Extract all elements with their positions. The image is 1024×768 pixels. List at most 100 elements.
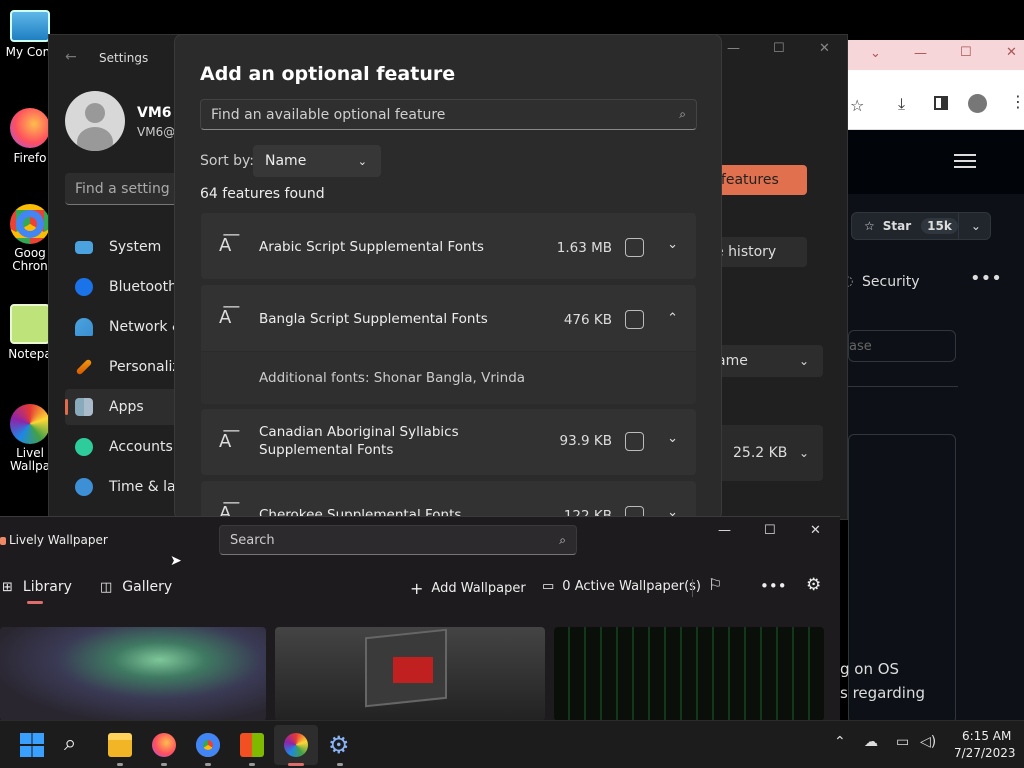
wallpaper-thumbnail[interactable] [554, 627, 824, 721]
tab-library[interactable]: ⊞ Library [2, 579, 72, 595]
font-icon: A͞ [219, 431, 232, 452]
network-icon[interactable]: ▭ [896, 734, 909, 750]
clock-date[interactable]: 7/27/2023 [954, 746, 1016, 760]
more-horizontal-icon[interactable]: ••• [970, 268, 1002, 289]
sidebar-icon[interactable] [934, 96, 948, 110]
clock-time[interactable]: 6:15 AM [962, 729, 1011, 743]
feature-row[interactable]: A͞ Arabic Script Supplemental Fonts 1.63… [201, 213, 696, 279]
volume-icon[interactable]: ◁) [920, 734, 936, 750]
running-indicator [249, 763, 255, 766]
wallpaper-thumbnail[interactable] [275, 627, 545, 721]
computer-icon [10, 10, 50, 42]
feature-name: Arabic Script Supplemental Fonts [259, 239, 484, 255]
hamburger-menu-icon[interactable] [954, 154, 976, 168]
minimize-button[interactable]: — [727, 41, 740, 56]
globe-clock-icon [75, 478, 93, 496]
maximize-button[interactable]: ☐ [773, 41, 785, 56]
tab-gallery-label: Gallery [122, 579, 173, 595]
user-name: VM6 [137, 105, 172, 121]
chevron-down-icon[interactable]: ⌄ [667, 431, 678, 446]
close-button[interactable]: ✕ [810, 523, 821, 538]
chevron-down-icon[interactable]: ⌄ [870, 46, 881, 61]
chevron-down-icon: ⌄ [798, 354, 809, 368]
font-icon: A͞ [219, 307, 232, 328]
chrome-icon[interactable] [196, 733, 220, 757]
cloud-offline-icon[interactable]: ☁ [864, 734, 878, 750]
wallpaper-thumbnail[interactable] [0, 627, 266, 721]
filter-placeholder: ase [849, 339, 872, 354]
monitor-icon: ▭ [542, 579, 555, 594]
feature-row[interactable]: A͞ Canadian Aboriginal Syllabics Supplem… [201, 409, 696, 475]
sort-dropdown[interactable]: Name ⌄ [253, 145, 381, 177]
lively-search-input[interactable]: Search ⌕ [219, 525, 577, 555]
lively-icon[interactable] [284, 733, 308, 757]
settings-icon[interactable]: ⚙ [328, 733, 352, 757]
windows-start-icon[interactable] [20, 733, 44, 757]
add-wallpaper-button[interactable]: + Add Wallpaper [410, 579, 526, 598]
desktop-icon-label: Notepa [8, 347, 52, 361]
lively-title: Lively Wallpaper [9, 533, 108, 547]
apps-icon [75, 398, 93, 416]
chevron-down-icon: ⌄ [357, 154, 367, 168]
maximize-button[interactable]: ☐ [960, 45, 972, 60]
features-count: 64 features found [200, 186, 325, 202]
profile-avatar-icon[interactable] [968, 94, 987, 113]
minimize-button[interactable]: — [914, 46, 927, 61]
content-box [848, 434, 956, 724]
feature-checkbox[interactable] [625, 310, 644, 329]
firefox-icon[interactable] [152, 733, 176, 757]
active-tab-indicator [27, 601, 43, 604]
feature-detail-text: Additional fonts: Shonar Bangla, Vrinda [259, 370, 526, 386]
divider [692, 579, 693, 597]
star-icon: ☆ [864, 219, 875, 233]
security-tab[interactable]: Security [862, 274, 920, 290]
more-vertical-icon[interactable]: ⋮ [1010, 92, 1024, 111]
gear-icon[interactable]: ⚙ [806, 575, 821, 595]
chevron-down-icon[interactable]: ⌄ [667, 237, 678, 252]
star-button[interactable]: ☆ Star 15k ⌄ [851, 212, 991, 240]
chevron-down-icon[interactable]: ⌄ [799, 446, 809, 460]
feature-checkbox[interactable] [625, 238, 644, 257]
wifi-icon [75, 318, 93, 336]
system-icon [75, 240, 93, 254]
feature-row[interactable]: A͞ Bangla Script Supplemental Fonts 476 … [201, 285, 696, 351]
search-icon[interactable]: ⌕ [64, 733, 88, 757]
feature-name: Bangla Script Supplemental Fonts [259, 311, 488, 327]
feature-checkbox[interactable] [625, 432, 644, 451]
chevron-up-icon[interactable]: ⌃ [834, 734, 846, 750]
close-button[interactable]: ✕ [819, 41, 830, 56]
file-explorer-icon[interactable] [108, 733, 132, 757]
store-icon[interactable] [240, 733, 264, 757]
tab-gallery[interactable]: ◫ Gallery [100, 579, 172, 595]
pause-flag-icon[interactable]: ⚐ [708, 575, 722, 594]
back-arrow-icon[interactable]: ← [65, 49, 77, 65]
bookmark-star-icon[interactable]: ☆ [850, 96, 864, 115]
firefox-icon [10, 108, 50, 148]
browser-titlebar: ⌄ — ☐ ✕ [848, 40, 1024, 70]
body-text: s regarding [840, 684, 925, 702]
plus-icon: + [410, 579, 424, 598]
minimize-button[interactable]: — [718, 523, 731, 538]
download-icon[interactable]: ⤓ [898, 94, 905, 114]
grid-icon: ⊞ [2, 579, 13, 595]
accounts-icon [75, 438, 93, 456]
settings-search-input[interactable]: Find a setting [65, 173, 185, 205]
feature-search-placeholder: Find an available optional feature [211, 106, 446, 123]
active-wallpapers-button[interactable]: ▭ 0 Active Wallpaper(s) [542, 579, 701, 594]
running-indicator [205, 763, 211, 766]
feature-row[interactable]: A͞ Cherokee Supplemental Fonts 122 KB ⌄ [201, 481, 696, 519]
more-horizontal-icon[interactable]: ••• [760, 577, 787, 595]
avatar [65, 91, 125, 151]
close-button[interactable]: ✕ [1006, 45, 1017, 60]
bluetooth-icon [75, 278, 93, 296]
desktop-icon-label: Goog Chron [12, 246, 48, 273]
chevron-down-icon[interactable]: ⌄ [957, 213, 993, 239]
feature-detail: Additional fonts: Shonar Bangla, Vrinda [201, 352, 696, 404]
feature-search-input[interactable]: Find an available optional feature ⌕ [200, 99, 697, 130]
running-indicator [117, 763, 123, 766]
chevron-up-icon[interactable]: ⌃ [667, 311, 678, 326]
active-wallpapers-label: 0 Active Wallpaper(s) [562, 579, 701, 594]
filter-input[interactable]: ase [848, 330, 956, 362]
nav-label: Network & [109, 319, 183, 335]
maximize-button[interactable]: ☐ [764, 523, 776, 538]
